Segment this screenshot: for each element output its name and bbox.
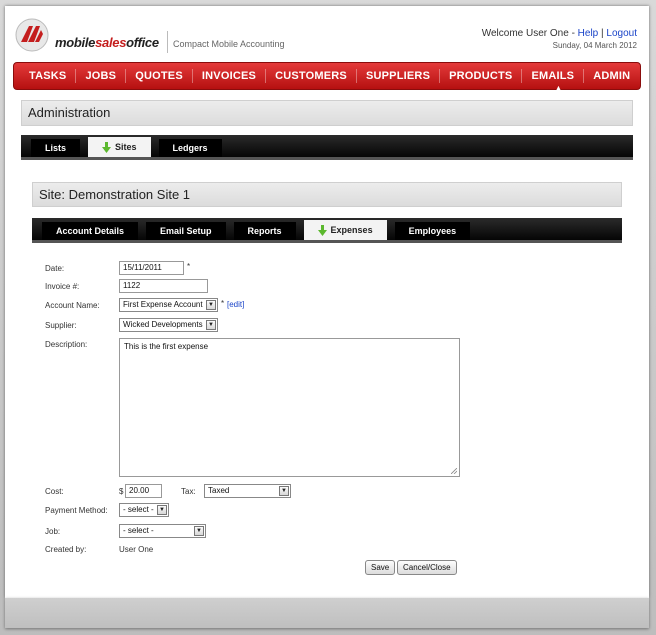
tab-label: Email Setup [160,226,212,236]
payment-method-label: Payment Method: [45,506,108,515]
nav-quotes[interactable]: QUOTES [126,69,193,83]
nav-suppliers[interactable]: SUPPLIERS [357,69,441,83]
logo-icon [15,18,49,52]
nav-invoices[interactable]: INVOICES [193,69,267,83]
job-label: Job: [45,527,61,536]
supplier-label: Supplier: [45,321,77,330]
tax-label: Tax: [181,487,196,496]
logout-link[interactable]: Logout [606,28,637,39]
date-label: Date: [45,264,65,273]
current-date: Sunday, 04 March 2012 [552,41,637,50]
tab-label: Reports [247,226,282,236]
footer-band [5,598,649,628]
tab-lists[interactable]: Lists [31,139,81,157]
page-title: Administration [21,100,633,126]
save-button[interactable]: Save [365,560,396,575]
site-tabs: Account Details Email Setup Reports Expe… [32,218,622,243]
description-textarea[interactable]: This is the first expense [119,338,460,477]
tab-label: Lists [45,143,67,153]
tab-sites[interactable]: Sites [88,137,151,157]
tab-label: Sites [115,142,137,152]
chevron-down-icon: ▼ [194,526,204,536]
account-name-label: Account Name: [45,301,100,310]
brand-logo-text: mobilesalesoffice [55,35,159,50]
tab-label: Ledgers [172,143,208,153]
date-input[interactable]: 15/11/2011 [119,261,184,275]
chevron-down-icon: ▼ [157,505,167,515]
nav-emails[interactable]: EMAILS [522,69,585,83]
tab-email-setup[interactable]: Email Setup [146,222,226,240]
account-name-select[interactable]: First Expense Account ▼ [119,298,218,312]
edit-account-link[interactable]: [edit] [227,300,244,309]
selected-value: Wicked Developments [123,320,203,329]
tab-reports[interactable]: Reports [233,222,296,240]
green-down-arrow-icon [102,141,112,153]
cost-label: Cost: [45,487,64,496]
tax-select[interactable]: Taxed ▼ [204,484,291,498]
required-marker: * [221,299,225,308]
invoice-label: Invoice #: [45,282,80,291]
help-link[interactable]: Help [578,28,599,39]
selected-value: - select - [123,505,154,514]
header-divider [167,31,168,53]
green-down-arrow-icon [317,224,327,236]
main-nav: TASKS JOBS QUOTES INVOICES CUSTOMERS SUP… [13,62,641,90]
welcome-text: Welcome User One - [481,28,578,39]
description-text: This is the first expense [124,342,209,351]
tab-label: Expenses [330,225,373,235]
chevron-down-icon: ▼ [206,300,216,310]
cost-input[interactable]: 20.00 [125,484,162,498]
description-label: Description: [45,340,88,349]
currency-symbol: $ [119,487,124,496]
tab-employees[interactable]: Employees [394,222,471,240]
created-by-label: Created by: [45,545,87,554]
tab-label: Account Details [56,226,125,236]
site-title: Site: Demonstration Site 1 [32,182,622,207]
selected-value: Taxed [208,486,230,495]
welcome-line: Welcome User One - Help | Logout [482,28,637,39]
selected-value: - select - [123,526,154,535]
nav-tasks[interactable]: TASKS [20,69,77,83]
resize-grip-icon[interactable] [451,468,457,474]
tab-ledgers[interactable]: Ledgers [158,139,222,157]
chevron-down-icon: ▼ [206,320,216,330]
job-select[interactable]: - select - ▼ [119,524,206,538]
tab-label: Employees [408,226,457,236]
chevron-down-icon: ▼ [279,486,289,496]
invoice-input[interactable]: 1122 [119,279,208,293]
cancel-close-button[interactable]: Cancel/Close [397,560,457,575]
nav-jobs[interactable]: JOBS [76,69,127,83]
payment-method-select[interactable]: - select - ▼ [119,503,169,517]
app-window: mobilesalesoffice Compact Mobile Account… [5,6,649,598]
admin-tabs: Lists Sites Ledgers [21,135,633,160]
nav-admin[interactable]: ADMIN [584,69,639,83]
tagline: Compact Mobile Accounting [173,39,285,49]
selected-value: First Expense Account [123,300,203,309]
created-by-value: User One [119,545,154,554]
active-nav-indicator-icon: ▲ [555,85,562,92]
tab-expenses[interactable]: Expenses [303,220,387,240]
nav-customers[interactable]: CUSTOMERS [266,69,357,83]
nav-products[interactable]: PRODUCTS [440,69,523,83]
supplier-select[interactable]: Wicked Developments ▼ [119,318,218,332]
tab-account-details[interactable]: Account Details [42,222,139,240]
required-marker: * [187,262,191,271]
